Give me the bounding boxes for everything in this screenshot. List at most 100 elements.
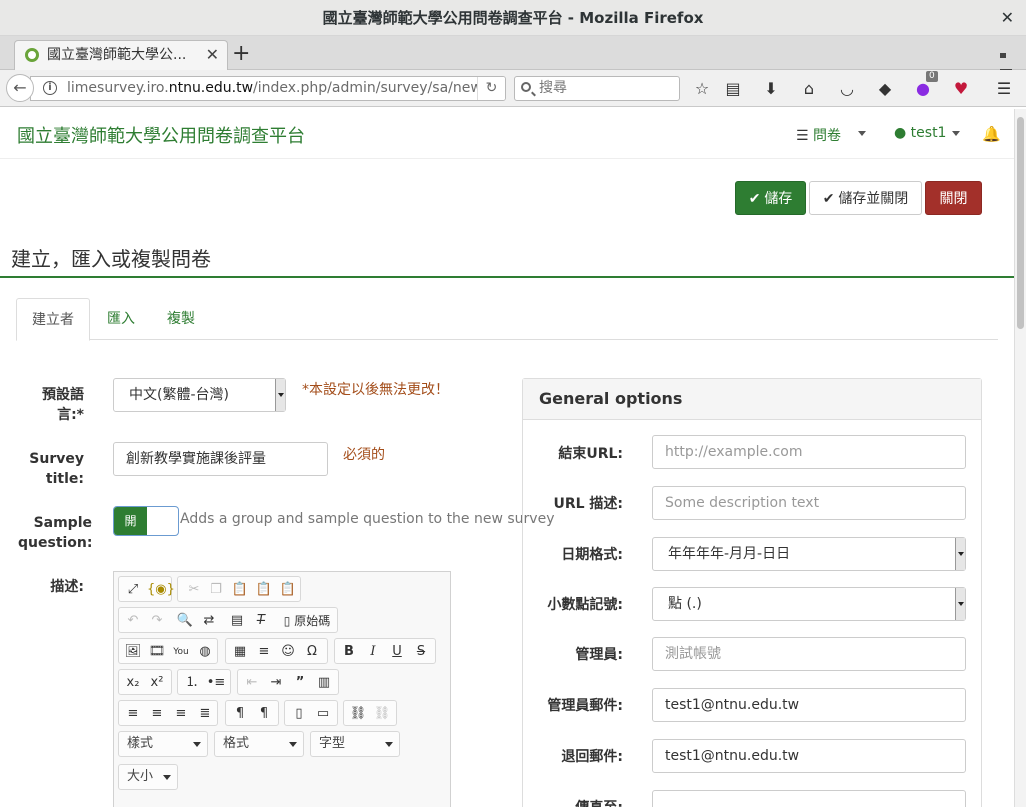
- blockquote-icon[interactable]: ”: [290, 673, 310, 693]
- select-all-icon[interactable]: ▤: [227, 611, 247, 631]
- surveys-dropdown-caret-icon[interactable]: [858, 131, 866, 136]
- search-bar[interactable]: 搜尋: [514, 76, 680, 101]
- numbered-list-icon[interactable]: ⒈: [182, 673, 202, 693]
- font-combo-label: 字型: [319, 736, 346, 751]
- undo-icon[interactable]: ↶: [123, 611, 143, 631]
- smiley-icon[interactable]: ☺: [278, 642, 298, 662]
- downloads-icon[interactable]: ⬇: [761, 79, 781, 99]
- url-description-input[interactable]: Some description text: [652, 486, 966, 520]
- close-button[interactable]: 關閉: [925, 181, 982, 215]
- cut-icon[interactable]: ✂: [184, 580, 204, 600]
- reading-list-icon[interactable]: ▤: [723, 79, 743, 99]
- flash-icon[interactable]: 🎞: [147, 642, 167, 662]
- table-icon[interactable]: ▦: [230, 642, 250, 662]
- bookmark-star-icon[interactable]: ☆: [692, 79, 712, 99]
- description-editor[interactable]: ⤢ {◉} ✂ ❐ 📋 📋 📋 ↶ ↷ 🔍 ⇄ ▤ T̶ ▯ 原始碼 🖼 🎞 Y…: [113, 571, 451, 807]
- user-menu[interactable]: ● test1: [894, 125, 961, 141]
- language-select[interactable]: 中文(繁體-台灣): [113, 378, 286, 412]
- underline-icon[interactable]: U: [387, 642, 407, 662]
- window-title: 國立臺灣師範大學公用問卷調查平台 - Mozilla Firefox: [322, 9, 704, 27]
- site-info-icon[interactable]: i: [43, 81, 57, 95]
- size-combo[interactable]: 大小: [118, 764, 178, 790]
- font-combo[interactable]: 字型: [310, 731, 400, 757]
- rtl-icon[interactable]: ¶: [254, 704, 274, 724]
- date-format-select[interactable]: 年年年年-月月-日日: [652, 537, 966, 571]
- url-bar[interactable]: i limesurvey.iro.ntnu.edu.tw/index.php/a…: [30, 76, 506, 101]
- strikethrough-icon[interactable]: S: [411, 642, 431, 662]
- scrollbar-thumb[interactable]: [1017, 117, 1024, 329]
- save-button[interactable]: ✔ 儲存: [735, 181, 806, 215]
- page-scrollbar[interactable]: [1014, 109, 1026, 807]
- paste-word-icon[interactable]: 📋: [278, 580, 298, 600]
- youtube-icon[interactable]: You: [171, 642, 191, 662]
- notifications-bell-icon[interactable]: 🔔: [982, 125, 1001, 143]
- sync-icon[interactable]: ◆: [875, 79, 895, 99]
- surveys-menu[interactable]: ☰ 問卷: [796, 125, 841, 145]
- link-icon[interactable]: ⛓: [348, 704, 368, 724]
- image-icon[interactable]: 🖼: [123, 642, 143, 662]
- save-and-close-button[interactable]: ✔ 儲存並關閉: [809, 181, 922, 215]
- bounce-email-input[interactable]: test1@ntnu.edu.tw: [652, 739, 966, 773]
- styles-combo[interactable]: 樣式: [118, 731, 208, 757]
- date-format-value: 年年年年-月月-日日: [668, 546, 791, 562]
- paste-text-icon[interactable]: 📋: [254, 580, 274, 600]
- align-center-icon[interactable]: ≡: [147, 704, 167, 724]
- app-brand[interactable]: 國立臺灣師範大學公用問卷調查平台: [17, 122, 305, 148]
- tab-list-icon[interactable]: [1000, 47, 1014, 90]
- tab-copy[interactable]: 複製: [167, 298, 195, 340]
- align-right-icon[interactable]: ≡: [171, 704, 191, 724]
- end-url-input[interactable]: http://example.com: [652, 435, 966, 469]
- maximize-icon[interactable]: ⤢: [123, 580, 143, 600]
- save-close-icon: ✔: [822, 190, 835, 206]
- styles-combo-label: 樣式: [127, 736, 154, 751]
- new-tab-button[interactable]: +: [232, 40, 250, 68]
- outdent-icon[interactable]: ⇤: [242, 673, 262, 693]
- horizontal-line-icon[interactable]: ≡: [254, 642, 274, 662]
- replace-icon[interactable]: ⇄: [199, 611, 219, 631]
- div-container-icon[interactable]: ▥: [314, 673, 334, 693]
- pocket-icon[interactable]: ◡: [837, 79, 857, 99]
- survey-title-input[interactable]: 創新教學實施課後評量: [113, 442, 328, 476]
- administrator-input[interactable]: 測試帳號: [652, 637, 966, 671]
- editor-group-indent: ⇤ ⇥ ” ▥: [237, 669, 339, 695]
- remove-format-icon[interactable]: T̶: [251, 611, 271, 631]
- align-left-icon[interactable]: ≡: [123, 704, 143, 724]
- menu-hamburger-icon[interactable]: ☰: [994, 79, 1014, 99]
- decimal-separator-select[interactable]: 點 (.): [652, 587, 966, 621]
- redo-icon[interactable]: ↷: [147, 611, 167, 631]
- window-close-button[interactable]: ✕: [1001, 0, 1014, 36]
- superscript-icon[interactable]: x²: [147, 673, 167, 693]
- reload-icon[interactable]: ↻: [477, 77, 505, 100]
- subscript-icon[interactable]: x₂: [123, 673, 143, 693]
- special-char-icon[interactable]: Ω: [302, 642, 322, 662]
- unlink-icon[interactable]: ⛓: [372, 704, 392, 724]
- tab-close-icon[interactable]: ✕: [206, 41, 219, 69]
- addon-icon[interactable]: ●: [913, 79, 933, 99]
- pocket-save-icon[interactable]: ♥: [951, 79, 971, 99]
- media-icon[interactable]: ◍: [195, 642, 215, 662]
- description-label: 描述:: [50, 579, 84, 595]
- template-icon[interactable]: ▯: [289, 704, 309, 724]
- ltr-icon[interactable]: ¶: [230, 704, 250, 724]
- placeholder-icon[interactable]: {◉}: [147, 580, 175, 600]
- back-button[interactable]: ←: [6, 74, 34, 102]
- indent-icon[interactable]: ⇥: [266, 673, 286, 693]
- italic-icon[interactable]: I: [363, 642, 383, 662]
- find-icon[interactable]: 🔍: [175, 611, 195, 631]
- sample-question-toggle[interactable]: 開: [113, 506, 179, 536]
- bulleted-list-icon[interactable]: •≡: [206, 673, 226, 693]
- bold-icon[interactable]: B: [339, 642, 359, 662]
- source-button[interactable]: ▯ 原始碼: [277, 611, 337, 631]
- format-combo[interactable]: 格式: [214, 731, 304, 757]
- tab-import[interactable]: 匯入: [107, 298, 135, 340]
- align-justify-icon[interactable]: ≣: [195, 704, 215, 724]
- admin-email-input[interactable]: test1@ntnu.edu.tw: [652, 688, 966, 722]
- paste-icon[interactable]: 📋: [230, 580, 250, 600]
- fax-input[interactable]: [652, 790, 966, 807]
- home-icon[interactable]: ⌂: [799, 79, 819, 99]
- tab-create[interactable]: 建立者: [16, 298, 90, 341]
- copy-icon[interactable]: ❐: [206, 580, 226, 600]
- list-icon: ☰: [796, 128, 809, 144]
- new-page-icon[interactable]: ▭: [313, 704, 333, 724]
- browser-tab[interactable]: 國立臺灣師範大學公... ✕: [14, 40, 228, 70]
